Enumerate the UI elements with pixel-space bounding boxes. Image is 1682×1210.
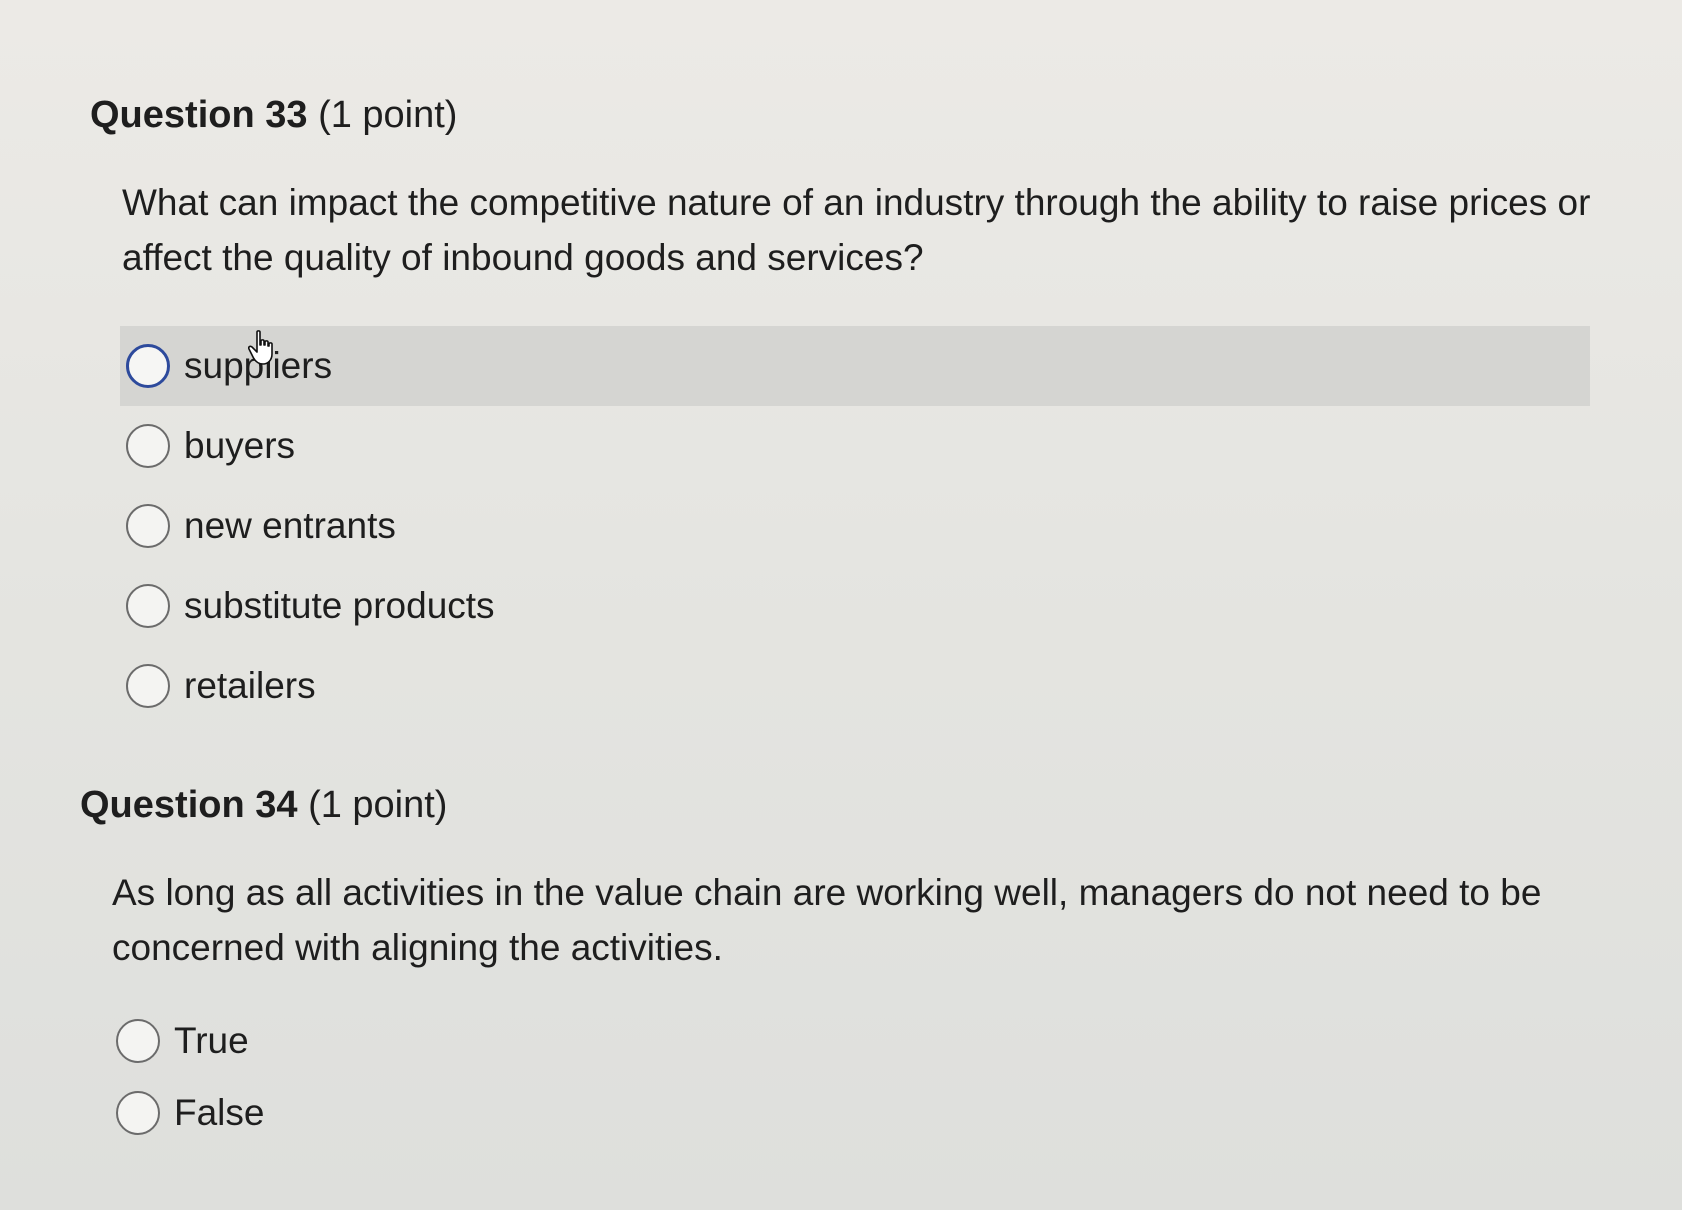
radio-button[interactable] [126,664,170,708]
option-retailers[interactable]: retailers [120,646,1590,726]
answer-options: True False [110,1005,1580,1149]
hand-pointer-icon [248,330,273,365]
question-heading: Question 34 (1 point) [80,780,1640,830]
question-points: (1 point) [308,784,448,826]
radio-button[interactable] [126,424,170,468]
radio-button[interactable] [116,1019,160,1063]
option-label: new entrants [184,505,396,546]
question-prompt: What can impact the competitive nature o… [122,182,1591,278]
option-suppliers[interactable]: suppliers [120,326,1590,406]
radio-button[interactable] [126,504,170,548]
option-label: False [174,1092,265,1133]
option-label: retailers [184,665,316,706]
question-34: Question 34 (1 point) As long as all act… [80,780,1640,1135]
option-buyers[interactable]: buyers [120,406,1590,486]
question-points: (1 point) [318,94,458,136]
radio-button[interactable] [126,584,170,628]
question-number: Question 33 [90,94,308,136]
question-33: Question 33 (1 point) What can impact th… [90,90,1650,708]
answer-options: suppliers buyers new entrants substitute… [120,326,1590,726]
option-false[interactable]: False [110,1077,1580,1149]
option-true[interactable]: True [110,1005,1580,1077]
option-new-entrants[interactable]: new entrants [120,486,1590,566]
question-prompt: As long as all activities in the value c… [112,872,1542,968]
radio-button[interactable] [116,1091,160,1135]
option-label: buyers [184,425,296,466]
question-number: Question 34 [80,784,298,826]
option-label: substitute products [184,585,495,626]
option-label: True [174,1020,249,1061]
radio-button[interactable] [126,344,170,388]
option-substitute-products[interactable]: substitute products [120,566,1590,646]
question-heading: Question 33 (1 point) [90,90,1650,140]
